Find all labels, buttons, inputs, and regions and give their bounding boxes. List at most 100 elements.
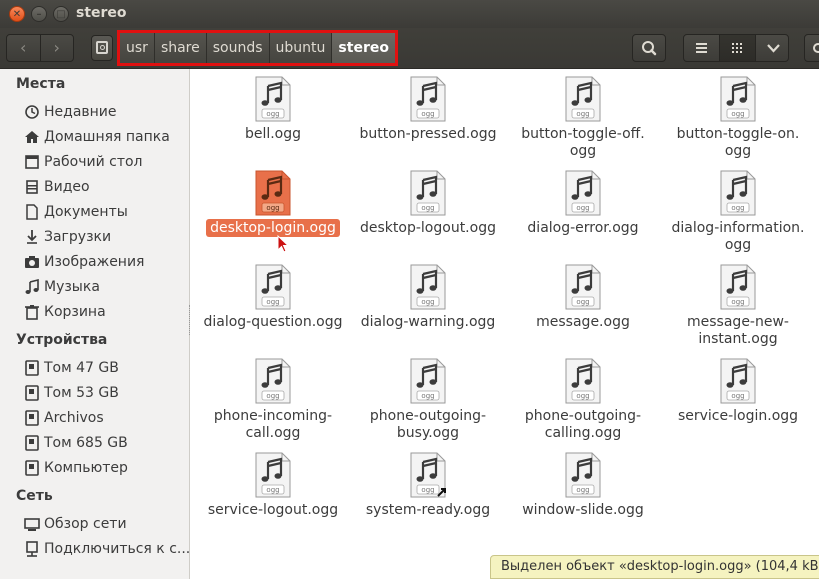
file-name-line: dialog-error.ogg: [527, 220, 639, 236]
sidebar-item-label: Видео: [44, 179, 90, 195]
file-item[interactable]: ogg dialog-question.ogg: [198, 264, 348, 354]
sidebar-item[interactable]: Изображения: [24, 251, 189, 273]
breadcrumb-stereo[interactable]: stereo: [332, 33, 395, 63]
svg-text:ogg: ogg: [266, 204, 279, 212]
sidebar-item[interactable]: Archivos: [24, 407, 202, 429]
breadcrumb-ubuntu[interactable]: ubuntu: [269, 33, 333, 63]
sidebar-item[interactable]: Музыка: [24, 276, 189, 298]
grid-view-button[interactable]: [719, 35, 755, 61]
file-name-line: bell.ogg: [244, 126, 302, 142]
file-name-line: dialog-warning.ogg: [360, 314, 496, 330]
file-name-line: window-slide.ogg: [522, 502, 644, 518]
sidebar-item[interactable]: Документы: [24, 201, 189, 223]
file-item[interactable]: ogg service-login.ogg: [663, 358, 813, 448]
breadcrumb-sounds[interactable]: sounds: [206, 33, 270, 63]
file-item[interactable]: ogg message.ogg: [508, 264, 658, 354]
file-name-line: button-toggle-on.: [676, 126, 800, 142]
svg-text:ogg: ogg: [421, 392, 434, 400]
svg-text:ogg: ogg: [576, 110, 589, 118]
sidebar-item[interactable]: Загрузки: [24, 226, 189, 248]
svg-text:ogg: ogg: [266, 298, 279, 306]
svg-text:ogg: ogg: [576, 392, 589, 400]
sidebar-item[interactable]: Недавние: [24, 101, 189, 123]
file-name: service-login.ogg: [663, 408, 813, 425]
file-item[interactable]: ogg system-ready.ogg: [353, 452, 503, 542]
devices-header: Устройства: [16, 332, 108, 348]
audio-file-icon: ogg: [410, 264, 446, 310]
file-name-line: calling.ogg: [544, 425, 622, 441]
sidebar-item-label: Музыка: [44, 279, 100, 295]
root-location-button[interactable]: [91, 35, 113, 61]
file-item[interactable]: ogg bell.ogg: [198, 76, 348, 166]
file-item[interactable]: ogg phone-outgoing-calling.ogg: [508, 358, 658, 448]
home-icon: [24, 129, 40, 145]
sidebar-item-label: Корзина: [44, 304, 106, 320]
drive-icon: [24, 360, 40, 376]
computer-icon: [24, 460, 40, 476]
audio-file-icon: ogg: [565, 76, 601, 122]
sidebar-item-label: Archivos: [44, 410, 104, 426]
sidebar-item[interactable]: Том 685 GB: [24, 432, 189, 454]
file-name-line: desktop-logout.ogg: [360, 220, 496, 236]
file-item[interactable]: ogg message-new-instant.ogg: [663, 264, 813, 354]
sidebar-item[interactable]: Том 53 GB: [24, 382, 189, 404]
file-item[interactable]: ogg phone-incoming-call.ogg: [198, 358, 348, 448]
file-name-line: dialog-information.: [671, 220, 805, 236]
sidebar-item[interactable]: Корзина: [24, 301, 189, 323]
file-item[interactable]: ogg dialog-error.ogg: [508, 170, 658, 260]
file-item[interactable]: ogg desktop-login.ogg: [198, 170, 348, 260]
list-view-button[interactable]: [684, 35, 719, 61]
sidebar-item[interactable]: Подключиться к с...: [24, 538, 191, 560]
sidebar-item[interactable]: Обзор сети: [24, 513, 189, 535]
file-item[interactable]: ogg dialog-warning.ogg: [353, 264, 503, 354]
file-item[interactable]: ogg phone-outgoing-busy.ogg: [353, 358, 503, 448]
minimize-window-button[interactable]: –: [31, 6, 47, 22]
file-name-line: dialog-question.ogg: [203, 314, 343, 330]
gear-menu-button[interactable]: [804, 34, 819, 62]
file-name-line: message-new-: [687, 314, 789, 330]
file-view: ogg bell.ogg ogg button-pressed.ogg ogg butto…: [190, 69, 819, 579]
title-bar: ✕ – □ stereo: [0, 0, 819, 28]
file-item[interactable]: ogg desktop-logout.ogg: [353, 170, 503, 260]
sidebar-item[interactable]: Домашняя папка: [24, 126, 189, 148]
back-button[interactable]: ‹: [7, 35, 40, 61]
audio-file-icon: ogg: [720, 358, 756, 404]
close-window-button[interactable]: ✕: [9, 6, 25, 22]
file-item[interactable]: ogg dialog-information. ogg: [663, 170, 813, 260]
audio-file-icon: ogg: [255, 452, 291, 498]
file-item[interactable]: ogg button-toggle-off. ogg: [508, 76, 658, 166]
list-icon: [696, 43, 707, 53]
file-name: dialog-warning.ogg: [353, 314, 503, 331]
download-icon: [24, 229, 40, 245]
breadcrumb-usr[interactable]: usr: [120, 33, 155, 63]
disk-icon: [96, 41, 108, 54]
video-icon: [24, 179, 40, 195]
sidebar-item[interactable]: Том 47 GB: [24, 357, 189, 379]
forward-button[interactable]: ›: [39, 35, 74, 61]
file-name: desktop-logout.ogg: [353, 220, 503, 237]
file-name: bell.ogg: [198, 126, 348, 143]
breadcrumb-share[interactable]: share: [154, 33, 207, 63]
maximize-window-button[interactable]: □: [53, 6, 69, 22]
file-name: dialog-question.ogg: [198, 314, 348, 331]
sidebar-item-label: Том 685 GB: [44, 435, 128, 451]
camera-icon: [24, 254, 40, 270]
breadcrumb: usr share sounds ubuntu stereo: [117, 30, 398, 66]
desktop-icon: [24, 154, 40, 170]
file-item[interactable]: ogg button-toggle-on. ogg: [663, 76, 813, 166]
sidebar-item[interactable]: Компьютер: [24, 457, 189, 479]
file-name: desktop-login.ogg: [198, 219, 348, 237]
svg-text:ogg: ogg: [731, 298, 744, 306]
file-item[interactable]: ogg button-pressed.ogg: [353, 76, 503, 166]
file-name-line: ogg: [724, 143, 752, 159]
search-button[interactable]: [632, 34, 666, 62]
navigation-buttons: ‹ ›: [6, 34, 74, 62]
sidebar-item-label: Подключиться к с...: [44, 541, 191, 557]
sidebar-item[interactable]: Видео: [24, 176, 189, 198]
audio-file-icon: ogg: [565, 358, 601, 404]
sidebar-item[interactable]: Рабочий стол: [24, 151, 189, 173]
file-item[interactable]: ogg service-logout.ogg: [198, 452, 348, 542]
gear-icon: [813, 43, 819, 53]
view-options-button[interactable]: [755, 35, 791, 61]
file-item[interactable]: ogg window-slide.ogg: [508, 452, 658, 542]
